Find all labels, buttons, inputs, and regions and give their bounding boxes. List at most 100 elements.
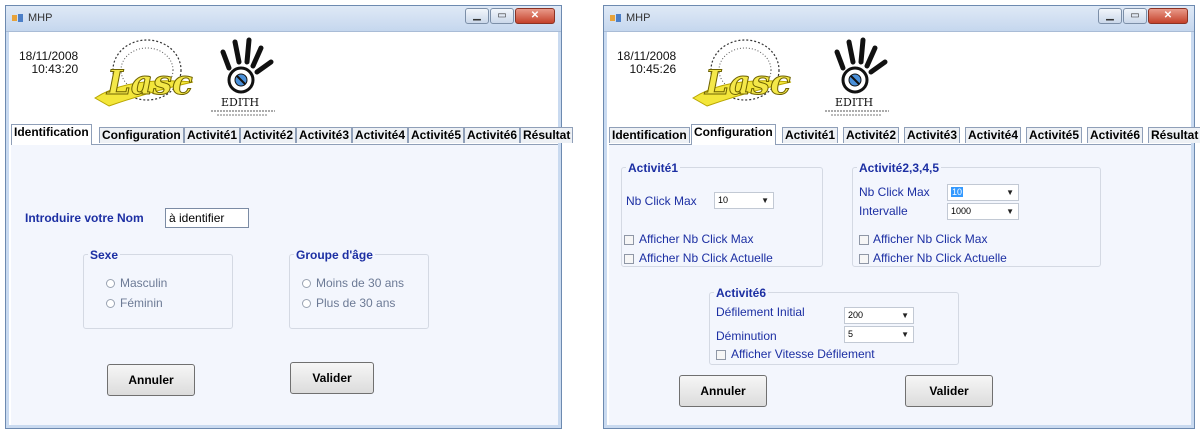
time-text: 10:43:20: [31, 62, 79, 76]
maximize-button[interactable]: ▭: [1123, 8, 1147, 24]
afficher-nb-click-max-label: Afficher Nb Click Max: [873, 232, 988, 246]
activite6-title: Activité6: [714, 286, 769, 300]
nb-click-max-value: 10: [718, 195, 729, 205]
deminution-value: 5: [848, 329, 854, 339]
nb-click-max-select[interactable]: 10 ▼: [947, 184, 1019, 201]
close-icon: ✕: [530, 10, 540, 21]
date-time-display: 18/11/2008 10:45:26: [617, 50, 676, 76]
svg-text:EDITH: EDITH: [835, 96, 873, 109]
app-icon: [12, 14, 23, 22]
chevron-down-icon: ▼: [901, 311, 909, 320]
chevron-down-icon: ▼: [1006, 188, 1014, 197]
minimize-button[interactable]: ▁: [1098, 8, 1122, 24]
intervalle-label: Intervalle: [859, 204, 908, 218]
feminin-radio[interactable]: [106, 299, 115, 308]
minimize-icon: ▁: [473, 10, 481, 21]
nb-click-max-select[interactable]: 10 ▼: [714, 192, 774, 209]
valider-button[interactable]: Valider: [905, 375, 993, 407]
afficher-nb-click-max-label: Afficher Nb Click Max: [639, 232, 754, 246]
tab-configuration[interactable]: Configuration: [99, 127, 184, 143]
maximize-button[interactable]: ▭: [490, 8, 514, 24]
sexe-group-title: Sexe: [88, 248, 121, 262]
afficher-nb-click-max-checkbox[interactable]: [624, 235, 634, 245]
tab-strip: Identification Configuration Activité1 A…: [11, 124, 574, 145]
app-icon: [610, 14, 621, 22]
tab-activite2[interactable]: Activité2: [240, 127, 297, 143]
tab-activite1[interactable]: Activité1: [184, 127, 241, 143]
maximize-icon: ▭: [497, 10, 507, 21]
intervalle-select[interactable]: 1000 ▼: [947, 203, 1019, 220]
activite1-group: Activité1 Nb Click Max 10 ▼ Afficher Nb …: [621, 161, 823, 267]
intervalle-value: 1000: [951, 206, 972, 216]
maximize-icon: ▭: [1130, 10, 1140, 21]
chevron-down-icon: ▼: [761, 196, 769, 205]
mhp-window-configuration: MHP ▁ ▭ ✕ 18/11/2008 10:45:26 Lasc EDITH: [603, 5, 1200, 429]
configuration-panel: Activité1 Nb Click Max 10 ▼ Afficher Nb …: [609, 145, 1191, 425]
defilement-initial-select[interactable]: 200 ▼: [844, 307, 914, 324]
tab-activite4[interactable]: Activité4: [352, 127, 409, 143]
plus-30-label: Plus de 30 ans: [316, 296, 396, 310]
name-input[interactable]: à identifier: [165, 208, 249, 228]
window-title: MHP: [28, 12, 53, 24]
edith-logo: EDITH: [211, 37, 275, 116]
tab-activite6[interactable]: Activité6: [464, 127, 521, 143]
title-bar[interactable]: MHP ▁ ▭ ✕: [604, 6, 1194, 32]
afficher-nb-click-actuelle-label: Afficher Nb Click Actuelle: [873, 251, 1007, 265]
mhp-window-identification: MHP ▁ ▭ ✕ 18/11/2008 10:43:20 Lasc EDITH: [5, 5, 574, 429]
activite2345-title: Activité2,3,4,5: [857, 161, 942, 175]
afficher-nb-click-max-checkbox[interactable]: [859, 235, 869, 245]
annuler-button[interactable]: Annuler: [107, 364, 195, 396]
tab-resultat[interactable]: Résultat: [520, 127, 574, 143]
name-label: Introduire votre Nom: [25, 211, 144, 225]
groupe-age-group: Groupe d'âge Moins de 30 ans Plus de 30 …: [289, 248, 429, 329]
moins-30-label: Moins de 30 ans: [316, 276, 405, 290]
afficher-vitesse-defilement-label: Afficher Vitesse Défilement: [731, 347, 875, 361]
tab-configuration[interactable]: Configuration: [691, 124, 776, 145]
svg-text:EDITH: EDITH: [221, 96, 259, 109]
activite2345-group: Activité2,3,4,5 Nb Click Max 10 ▼ Interv…: [852, 161, 1101, 267]
activite1-title: Activité1: [626, 161, 681, 175]
window-client: 18/11/2008 10:45:26 Lasc EDITH Identific…: [607, 32, 1200, 425]
afficher-nb-click-actuelle-checkbox[interactable]: [859, 254, 869, 264]
tab-activite3[interactable]: Activité3: [904, 127, 961, 143]
defilement-initial-label: Défilement Initial: [716, 305, 805, 319]
title-bar[interactable]: MHP ▁ ▭ ✕: [6, 6, 561, 32]
afficher-nb-click-actuelle-checkbox[interactable]: [624, 254, 634, 264]
annuler-button[interactable]: Annuler: [679, 375, 767, 407]
tab-activite6[interactable]: Activité6: [1087, 127, 1144, 143]
defilement-initial-value: 200: [848, 310, 864, 320]
close-icon: ✕: [1163, 10, 1173, 21]
valider-button[interactable]: Valider: [290, 362, 374, 394]
plus-30-radio[interactable]: [302, 299, 311, 308]
afficher-vitesse-defilement-checkbox[interactable]: [716, 350, 726, 360]
tab-resultat[interactable]: Résultat: [1148, 127, 1200, 143]
groupe-age-title: Groupe d'âge: [294, 248, 375, 262]
tab-activite1[interactable]: Activité1: [782, 127, 839, 143]
activite6-group: Activité6 Défilement Initial 200 ▼ Démin…: [709, 286, 959, 365]
sexe-group: Sexe Masculin Féminin: [83, 248, 233, 329]
deminution-select[interactable]: 5 ▼: [844, 326, 914, 343]
minimize-icon: ▁: [1106, 10, 1114, 21]
tab-activite4[interactable]: Activité4: [965, 127, 1022, 143]
close-button[interactable]: ✕: [1148, 8, 1188, 24]
nb-click-max-label: Nb Click Max: [626, 194, 697, 208]
tab-activite5[interactable]: Activité5: [1026, 127, 1083, 143]
tab-activite5[interactable]: Activité5: [408, 127, 465, 143]
lasc-logo: Lasc: [692, 39, 792, 107]
minimize-button[interactable]: ▁: [465, 8, 489, 24]
afficher-nb-click-actuelle-label: Afficher Nb Click Actuelle: [639, 251, 773, 265]
nb-click-max-value: 10: [951, 187, 964, 197]
masculin-radio[interactable]: [106, 279, 115, 288]
tab-activite2[interactable]: Activité2: [843, 127, 900, 143]
svg-text:Lasc: Lasc: [106, 63, 193, 103]
tab-identification[interactable]: Identification: [609, 127, 690, 143]
time-text: 10:45:26: [629, 62, 677, 76]
tab-identification[interactable]: Identification: [11, 124, 92, 145]
window-client: 18/11/2008 10:43:20 Lasc EDITH Identific…: [9, 32, 574, 425]
date-time-display: 18/11/2008 10:43:20: [19, 50, 78, 76]
tab-activite3[interactable]: Activité3: [296, 127, 353, 143]
edith-logo: EDITH: [825, 37, 889, 116]
nb-click-max-label: Nb Click Max: [859, 185, 930, 199]
moins-30-radio[interactable]: [302, 279, 311, 288]
close-button[interactable]: ✕: [515, 8, 555, 24]
